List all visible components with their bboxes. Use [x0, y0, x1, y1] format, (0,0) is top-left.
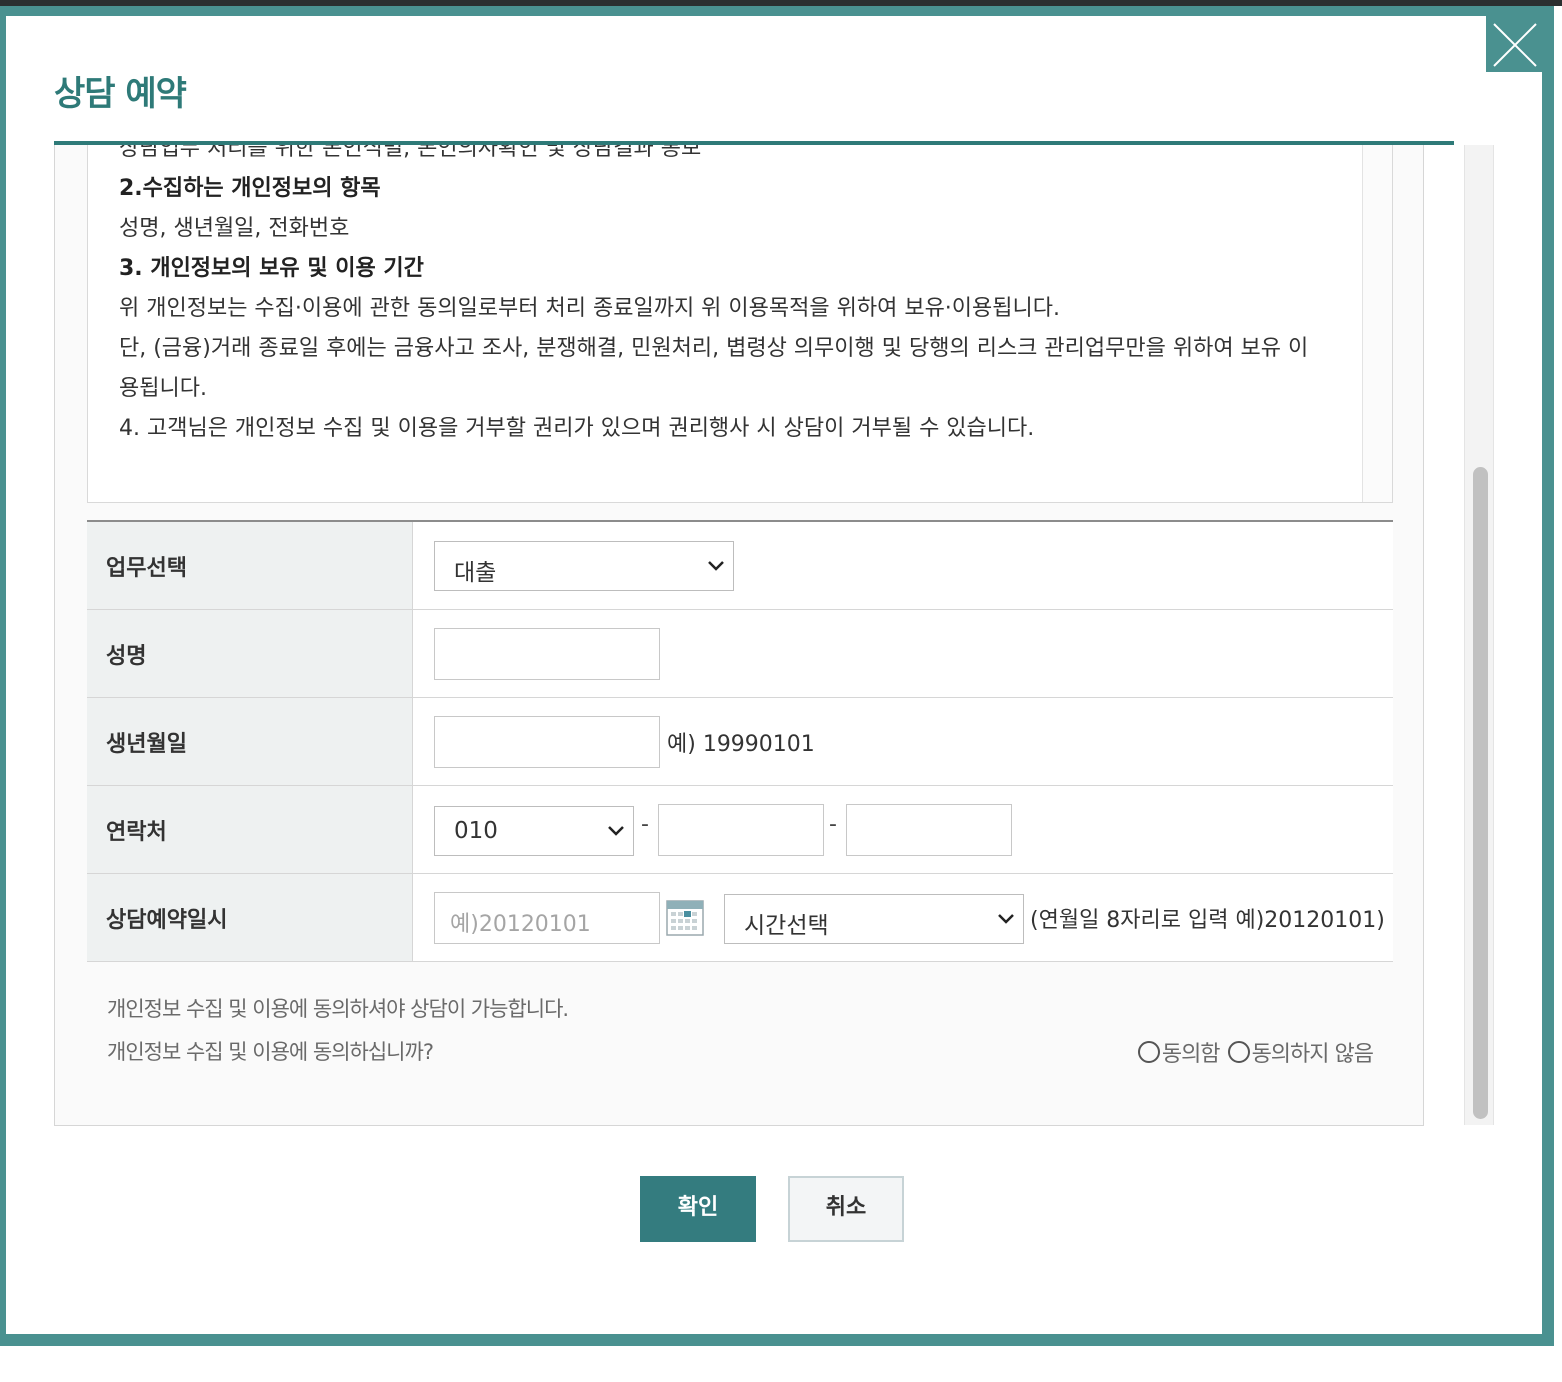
radio-disagree[interactable] [1227, 1041, 1250, 1063]
name-input[interactable] [434, 628, 660, 680]
cancel-button[interactable]: 취소 [788, 1176, 904, 1242]
phone-prefix-select[interactable]: 010 [434, 806, 634, 856]
terms-refusal-right: 4. 고객님은 개인정보 수집 및 이용을 거부할 권리가 있으며 권리행사 시… [119, 416, 1035, 441]
birth-label: 생년월일 [106, 732, 187, 757]
consent-disagree-option[interactable]: 동의하지 않음 [1227, 1036, 1374, 1068]
scrollbar-thumb[interactable] [1473, 467, 1488, 1119]
radio-agree[interactable] [1137, 1041, 1160, 1063]
consent-radio-group: 동의함 동의하지 않음 [1130, 1036, 1374, 1068]
consent-question: 개인정보 수집 및 이용에 동의하십니까? [107, 1040, 434, 1064]
consent-notice: 개인정보 수집 및 이용에 동의하셔야 상담이 가능합니다. [107, 997, 569, 1021]
phone-separator: - [829, 812, 837, 837]
reservation-form: 업무선택 대출 성명 생년월일 예) 19990101 연락처 010 - - [87, 520, 1393, 962]
business-select[interactable]: 대출 [434, 541, 734, 591]
consent-agree-option[interactable]: 동의함 [1137, 1036, 1221, 1068]
chevron-down-icon [608, 826, 624, 836]
name-label: 성명 [106, 644, 147, 669]
modal-content[interactable]: 상담업무 처리를 위한 본인식별, 본인의사확인 및 상담결과 통보 2.수집하… [54, 145, 1424, 1126]
terms-items: 성명, 생년월일, 전화번호 [119, 216, 350, 241]
date-placeholder: 예)20120101 [450, 912, 591, 937]
calendar-icon[interactable] [666, 900, 704, 936]
row-birth: 생년월일 예) 19990101 [87, 698, 1393, 786]
phone-separator: - [641, 812, 649, 837]
confirm-button[interactable]: 확인 [640, 1176, 756, 1242]
terms-heading-items: 2.수집하는 개인정보의 항목 [119, 176, 381, 201]
phone-last-input[interactable] [846, 804, 1012, 856]
modal-scrollbar[interactable] [1464, 145, 1494, 1125]
modal-title: 상담 예약 [54, 74, 187, 114]
birth-input[interactable] [434, 716, 660, 768]
row-appointment: 상담예약일시 예)20120101 시간선택 (연월일 8자리로 입력 예)20… [87, 874, 1393, 962]
appointment-label: 상담예약일시 [106, 908, 228, 933]
chevron-down-icon [998, 914, 1014, 924]
time-select[interactable]: 시간선택 [724, 894, 1024, 944]
close-button[interactable] [1486, 16, 1544, 72]
privacy-terms-text: 상담업무 처리를 위한 본인식별, 본인의사확인 및 상담결과 통보 2.수집하… [119, 145, 1349, 449]
appointment-hint: (연월일 8자리로 입력 예)20120101) [1030, 908, 1385, 933]
terms-period-exception-2: 용됩니다. [119, 376, 207, 401]
chevron-down-icon [708, 561, 724, 571]
agree-label: 동의함 [1161, 1042, 1221, 1067]
row-business: 업무선택 대출 [87, 522, 1393, 610]
phone-label: 연락처 [106, 820, 167, 845]
appointment-date-input[interactable]: 예)20120101 [434, 892, 660, 944]
privacy-terms-box[interactable]: 상담업무 처리를 위한 본인식별, 본인의사확인 및 상담결과 통보 2.수집하… [87, 145, 1393, 503]
birth-hint: 예) 19990101 [667, 732, 815, 757]
disagree-label: 동의하지 않음 [1251, 1042, 1374, 1067]
terms-line-purpose: 상담업무 처리를 위한 본인식별, 본인의사확인 및 상담결과 통보 [119, 145, 702, 161]
row-name: 성명 [87, 610, 1393, 698]
row-phone: 연락처 010 - - [87, 786, 1393, 874]
terms-heading-period: 3. 개인정보의 보유 및 이용 기간 [119, 256, 424, 281]
close-icon [1493, 23, 1537, 67]
phone-middle-input[interactable] [658, 804, 824, 856]
terms-period-exception-1: 단, (금융)거래 종료일 후에는 금융사고 조사, 분쟁해결, 민원처리, 볍… [119, 336, 1309, 361]
terms-period-text: 위 개인정보는 수집·이용에 관한 동의일로부터 처리 종료일까지 위 이용목적… [119, 296, 1060, 321]
business-label: 업무선택 [106, 556, 187, 581]
terms-scrollbar[interactable] [1362, 145, 1392, 502]
